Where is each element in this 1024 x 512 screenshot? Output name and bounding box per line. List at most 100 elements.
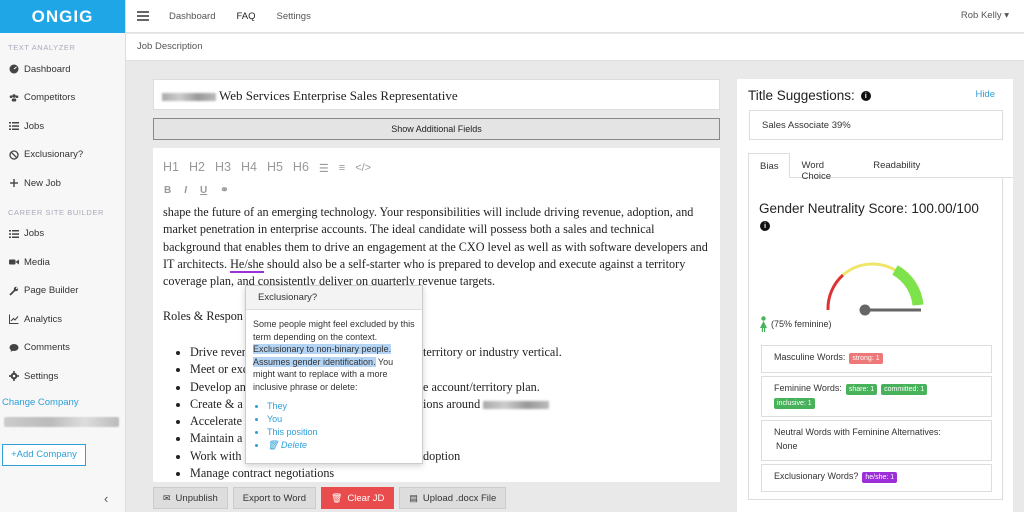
sidebar-item-new-job[interactable]: New Job xyxy=(0,169,125,198)
feminine-percentage: (75% feminine) xyxy=(759,316,832,332)
section-career-site-builder: CAREER SITE BUILDER xyxy=(8,207,105,217)
option-they[interactable]: They xyxy=(267,400,415,413)
sidebar-item-page-builder[interactable]: Page Builder xyxy=(0,277,125,306)
tab-word-choice[interactable]: Word Choice xyxy=(790,153,863,182)
user-name: Rob Kelly xyxy=(960,10,1002,21)
analysis-tabs: Bias Word Choice Readability xyxy=(748,153,1013,182)
trash-icon: 🗑 xyxy=(267,439,279,450)
sidebar-item-career-jobs[interactable]: Jobs xyxy=(0,220,125,249)
tab-bias[interactable]: Bias xyxy=(748,153,791,178)
job-title-input[interactable]: Web Services Enterprise Sales Representa… xyxy=(153,79,720,110)
section-text-analyzer: TEXT ANALYZER xyxy=(8,43,76,52)
nav-dashboard[interactable]: Dashboard xyxy=(169,11,215,22)
company-name-redacted xyxy=(162,93,216,102)
button-label: Upload .docx File xyxy=(422,492,497,504)
sidebar-item-jobs[interactable]: Jobs xyxy=(0,112,125,141)
underline-button[interactable]: U xyxy=(200,185,207,196)
delete-label: Delete xyxy=(280,439,307,450)
editor-actions: ✉ Unpublish Export to Word 🗑 Clear JD ▤ Upl… xyxy=(153,487,507,509)
list-icon xyxy=(8,228,19,239)
italic-button[interactable]: I xyxy=(184,185,187,196)
sidebar-item-competitors[interactable]: Competitors xyxy=(0,84,125,113)
list-item: Manage contract negotiations xyxy=(190,465,334,482)
collapse-sidebar-icon[interactable]: ‹ xyxy=(104,491,108,506)
h5-button[interactable]: H5 xyxy=(267,160,283,175)
sidebar-item-label: Settings xyxy=(24,370,59,382)
add-company-button[interactable]: +Add Company xyxy=(2,443,86,466)
sidebar-item-label: Competitors xyxy=(24,92,76,104)
h2-button[interactable]: H2 xyxy=(189,160,205,175)
feminine-badge[interactable]: committed: 1 xyxy=(881,384,928,395)
job-editor-panel: Web Services Enterprise Sales Representa… xyxy=(153,79,720,482)
sidebar-item-label: Jobs xyxy=(24,120,45,132)
company-name-redacted xyxy=(4,416,119,427)
feminine-badge[interactable]: inclusive: 1 xyxy=(774,398,815,409)
hamburger-menu-icon[interactable] xyxy=(137,9,149,24)
unpublish-button[interactable]: ✉ Unpublish xyxy=(153,487,228,509)
feminine-badge[interactable]: share: 1 xyxy=(845,384,878,395)
video-icon xyxy=(8,257,19,268)
option-this-position[interactable]: This position xyxy=(267,426,415,439)
sidebar-item-label: Dashboard xyxy=(24,63,71,75)
gear-icon xyxy=(8,371,19,382)
breadcrumb: Job Description xyxy=(126,34,1024,61)
masculine-badge[interactable]: strong: 1 xyxy=(849,353,883,364)
chart-icon xyxy=(8,314,19,325)
bold-button[interactable]: B xyxy=(164,185,171,196)
delete-option[interactable]: 🗑 Delete xyxy=(267,439,415,452)
neutral-words-box: Neutral Words with Feminine Alternatives… xyxy=(761,420,992,461)
analysis-panel: Title Suggestions: i Hide Sales Associate… xyxy=(737,79,1013,512)
sidebar-item-label: Media xyxy=(24,256,50,268)
popover-text: Some people might feel excluded by this … xyxy=(253,319,415,342)
hide-link[interactable]: Hide xyxy=(975,89,995,100)
popover-body: Some people might feel excluded by this … xyxy=(246,310,422,452)
format-toolbar: B I U ⚭ xyxy=(164,185,229,196)
job-description-text[interactable]: shape the future of an emerging technolo… xyxy=(163,204,715,290)
exclusionary-badge[interactable]: he/she: 1 xyxy=(862,472,898,483)
sidebar-item-label: New Job xyxy=(24,177,61,189)
h6-button[interactable]: H6 xyxy=(293,160,309,175)
title-suggestions-heading: Title Suggestions: i xyxy=(748,88,871,103)
export-to-word-button[interactable]: Export to Word xyxy=(232,487,316,509)
sidebar-item-exclusionary[interactable]: Exclusionary? xyxy=(0,141,125,170)
option-you[interactable]: You xyxy=(267,413,415,426)
ongig-logo[interactable]: ONGIG xyxy=(0,0,125,33)
list-item-tails: territory or industry vertical. e accoun… xyxy=(423,344,562,465)
numbered-list-icon[interactable]: ≡ xyxy=(339,160,345,175)
list-item-tail: ions around xyxy=(423,396,481,411)
bullet-list-icon[interactable]: ☰ xyxy=(319,160,329,175)
sidebar-item-dashboard[interactable]: Dashboard xyxy=(0,55,125,84)
sidebar: ONGIG TEXT ANALYZER Dashboard Competitor… xyxy=(0,0,126,512)
sidebar-item-analytics[interactable]: Analytics xyxy=(0,305,125,334)
sidebar-item-comments[interactable]: Comments xyxy=(0,334,125,363)
h4-button[interactable]: H4 xyxy=(241,160,257,175)
h3-button[interactable]: H3 xyxy=(215,160,231,175)
code-icon[interactable]: </> xyxy=(355,160,371,175)
sidebar-item-settings[interactable]: Settings xyxy=(0,362,125,391)
plus-icon xyxy=(8,178,19,189)
upload-docx-button[interactable]: ▤ Upload .docx File xyxy=(399,487,507,509)
list-icon xyxy=(8,121,19,132)
female-icon xyxy=(760,316,767,332)
clear-jd-button[interactable]: 🗑 Clear JD xyxy=(320,487,395,509)
link-icon[interactable]: ⚭ xyxy=(220,185,228,196)
users-icon xyxy=(8,92,19,103)
info-icon[interactable]: i xyxy=(860,90,871,101)
list-item-tail: e account/territory plan. xyxy=(423,379,540,394)
change-company-link[interactable]: Change Company xyxy=(0,391,125,413)
flagged-word[interactable]: He/she xyxy=(230,256,264,273)
title-suggestion[interactable]: Sales Associate 39% xyxy=(749,110,1003,140)
button-label: Unpublish xyxy=(175,492,218,504)
nav-settings[interactable]: Settings xyxy=(277,11,311,22)
tab-readability[interactable]: Readability xyxy=(862,153,932,178)
show-additional-fields-button[interactable]: Show Additional Fields xyxy=(153,118,720,140)
masculine-words-box: Masculine Words: strong: 1 xyxy=(761,345,992,373)
user-menu[interactable]: Rob Kelly ▾ xyxy=(961,10,1009,21)
nav-faq[interactable]: FAQ xyxy=(236,11,255,22)
sidebar-item-media[interactable]: Media xyxy=(0,248,125,277)
h1-button[interactable]: H1 xyxy=(163,160,179,175)
score-info-icon[interactable]: i xyxy=(760,219,770,231)
popover-highlight: Exclusionary to non-binary people. Assum… xyxy=(253,344,392,367)
sidebar-item-label: Exclusionary? xyxy=(24,149,84,161)
feminine-words-box: Feminine Words: share: 1 committed: 1 incl… xyxy=(761,376,992,417)
